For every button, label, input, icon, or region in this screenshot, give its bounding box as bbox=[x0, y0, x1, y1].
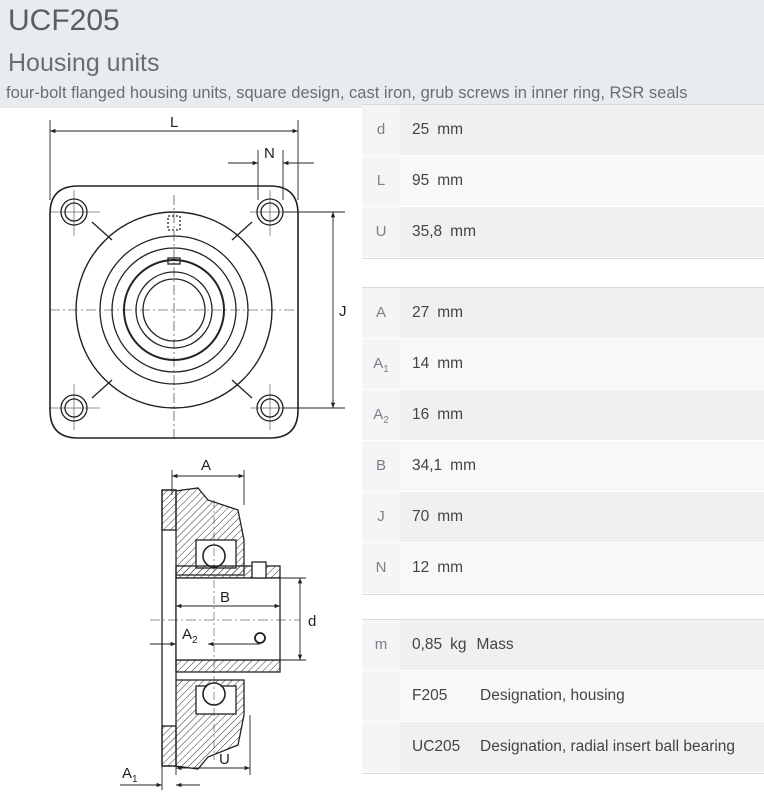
table-row: U 35,8 mm bbox=[362, 207, 764, 258]
label-U: U bbox=[219, 751, 230, 768]
main-dimensions-table: d 25 mm L 95 mm U 35,8 mm bbox=[362, 104, 764, 259]
label-A1: A1 bbox=[122, 765, 138, 785]
table-row: F205 Designation, housing bbox=[362, 671, 764, 722]
symbol-cell: U bbox=[362, 207, 400, 257]
value-cell: 14 mm bbox=[400, 339, 764, 389]
table-row: L 95 mm bbox=[362, 156, 764, 207]
value-cell: 27 mm bbox=[400, 288, 764, 338]
table-row: UC205 Designation, radial insert ball bea… bbox=[362, 722, 764, 773]
value-cell: 12 mm bbox=[400, 543, 764, 593]
symbol-cell bbox=[362, 722, 400, 772]
symbol-cell: d bbox=[362, 105, 400, 155]
technical-drawing: L N J A B d A2 U A1 bbox=[49, 114, 347, 790]
label-L: L bbox=[170, 114, 178, 131]
symbol-cell: A2 bbox=[362, 390, 400, 440]
value-cell: 95 mm bbox=[400, 156, 764, 206]
product-description: four-bolt flanged housing units, square … bbox=[6, 84, 688, 102]
value-cell: 35,8 mm bbox=[400, 207, 764, 257]
label-J: J bbox=[339, 303, 347, 320]
label-B: B bbox=[220, 589, 230, 606]
value-cell: 70 mm bbox=[400, 492, 764, 542]
product-category: Housing units bbox=[8, 49, 160, 77]
page-header: UCF205 Housing units four-bolt flanged h… bbox=[0, 0, 764, 108]
value-cell: 34,1 mm bbox=[400, 441, 764, 491]
product-title: UCF205 bbox=[8, 4, 120, 37]
value-cell: UC205 Designation, radial insert ball bea… bbox=[400, 722, 764, 772]
symbol-cell: N bbox=[362, 543, 400, 593]
symbol-cell: L bbox=[362, 156, 400, 206]
section-view bbox=[150, 487, 300, 770]
symbol-cell: B bbox=[362, 441, 400, 491]
label-d: d bbox=[308, 613, 316, 630]
table-row: N 12 mm bbox=[362, 543, 764, 594]
value-cell: 25 mm bbox=[400, 105, 764, 155]
front-view bbox=[49, 185, 300, 440]
symbol-cell: A1 bbox=[362, 339, 400, 389]
detail-dimensions-table: A 27 mm A1 14 mm A2 16 mm B 34,1 mm J 70 mm N… bbox=[362, 287, 764, 595]
table-row: J 70 mm bbox=[362, 492, 764, 543]
value-cell: F205 Designation, housing bbox=[400, 671, 764, 721]
mass-designation-table: m 0,85 kg Mass F205 Designation, housing UC… bbox=[362, 619, 764, 774]
value-cell: 16 mm bbox=[400, 390, 764, 440]
label-A: A bbox=[201, 457, 211, 474]
table-row: A2 16 mm bbox=[362, 390, 764, 441]
table-row: B 34,1 mm bbox=[362, 441, 764, 492]
table-row: d 25 mm bbox=[362, 105, 764, 156]
label-N: N bbox=[264, 145, 275, 162]
table-row: m 0,85 kg Mass bbox=[362, 620, 764, 671]
symbol-cell: J bbox=[362, 492, 400, 542]
table-row: A 27 mm bbox=[362, 288, 764, 339]
value-cell: 0,85 kg Mass bbox=[400, 620, 764, 670]
symbol-cell: A bbox=[362, 288, 400, 338]
front-view-dimensions bbox=[49, 120, 345, 409]
symbol-cell bbox=[362, 671, 400, 721]
symbol-cell: m bbox=[362, 620, 400, 670]
table-row: A1 14 mm bbox=[362, 339, 764, 390]
